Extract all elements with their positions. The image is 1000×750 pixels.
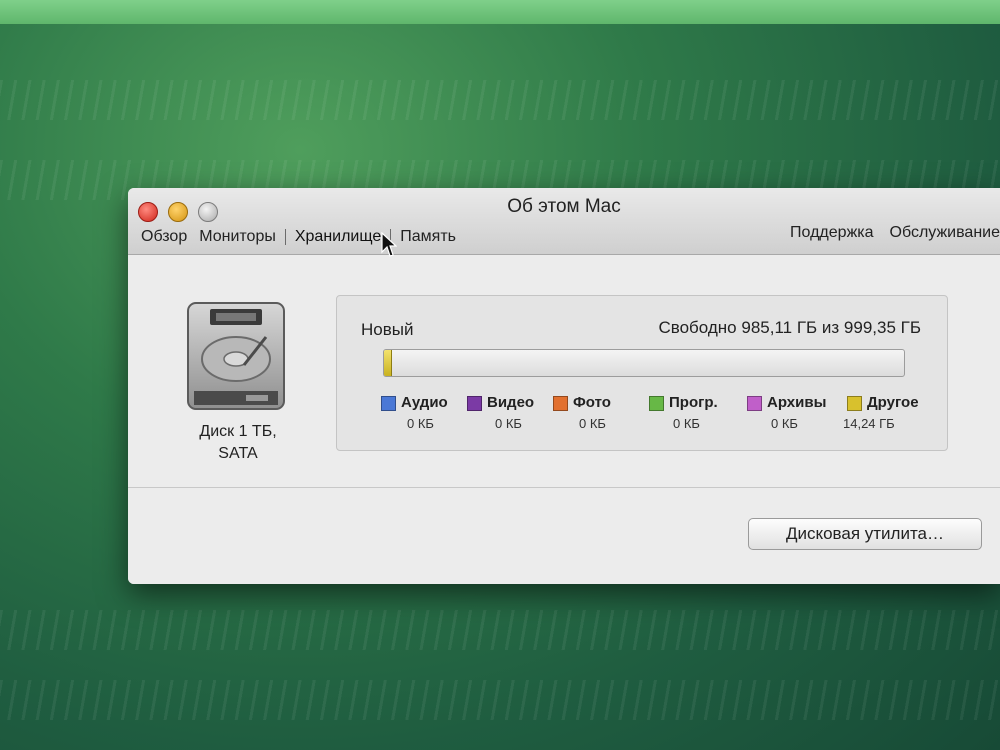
service-link[interactable]: Обслуживание	[890, 224, 1000, 242]
wallpaper-wave	[0, 680, 1000, 720]
tab-storage[interactable]: Хранилище	[292, 228, 384, 246]
legend-size: 0 КБ	[407, 416, 434, 431]
storage-legend: Аудио 0 КБ Видео 0 КБ Фото 0 КБ Прогр. 0…	[381, 394, 941, 440]
legend-size: 0 КБ	[579, 416, 606, 431]
legend-size: 0 КБ	[771, 416, 798, 431]
tab-displays[interactable]: Мониторы	[196, 228, 279, 246]
audio-color-swatch	[381, 396, 396, 411]
legend-name: Прогр.	[669, 394, 718, 411]
tab-separator	[284, 229, 286, 245]
other-color-swatch	[847, 396, 862, 411]
video-color-swatch	[467, 396, 482, 411]
apps-color-swatch	[649, 396, 664, 411]
legend-name: Архивы	[767, 394, 827, 411]
disk-label-line1: Диск 1 ТБ,	[199, 423, 277, 440]
legend-name: Другое	[867, 394, 919, 411]
content-divider	[128, 487, 1000, 488]
titlebar: Об этом Mac Обзор Мониторы Хранилище Пам…	[128, 188, 1000, 255]
legend-name: Видео	[487, 394, 535, 411]
wallpaper-wave	[0, 610, 1000, 650]
header-links: Поддержка Обслуживание	[774, 224, 1000, 242]
storage-usage-bar	[383, 349, 905, 377]
volume-name: Новый	[361, 320, 414, 339]
tab-overview[interactable]: Обзор	[138, 228, 190, 246]
support-link[interactable]: Поддержка	[790, 224, 873, 242]
storage-panel: Новый Свободно 985,11 ГБ из 999,35 ГБ Ау…	[336, 295, 948, 451]
legend-size: 0 КБ	[673, 416, 700, 431]
disk-utility-button[interactable]: Дисковая утилита…	[748, 518, 982, 550]
legend-name: Аудио	[401, 394, 448, 411]
legend-size: 0 КБ	[495, 416, 522, 431]
tab-memory[interactable]: Память	[397, 228, 459, 246]
about-this-mac-window: Об этом Mac Обзор Мониторы Хранилище Пам…	[128, 188, 1000, 584]
tab-bar: Обзор Мониторы Хранилище Память	[138, 228, 465, 246]
wallpaper-wave	[0, 80, 1000, 120]
mouse-pointer-icon	[381, 232, 397, 257]
storage-usage-fill	[384, 350, 393, 376]
free-space-text: Свободно 985,11 ГБ из 999,35 ГБ	[658, 318, 921, 337]
hard-drive-icon	[187, 302, 285, 410]
archives-color-swatch	[747, 396, 762, 411]
legend-name: Фото	[573, 394, 611, 411]
legend-size: 14,24 ГБ	[843, 416, 895, 431]
photo-color-swatch	[553, 396, 568, 411]
window-title: Об этом Mac	[507, 196, 621, 217]
disk-label: Диск 1 ТБ, SATA	[168, 421, 308, 465]
top-bezel	[0, 0, 1000, 24]
storage-content: Диск 1 ТБ, SATA Новый Свободно 985,11 ГБ…	[128, 255, 1000, 584]
disk-label-line2: SATA	[218, 445, 258, 462]
